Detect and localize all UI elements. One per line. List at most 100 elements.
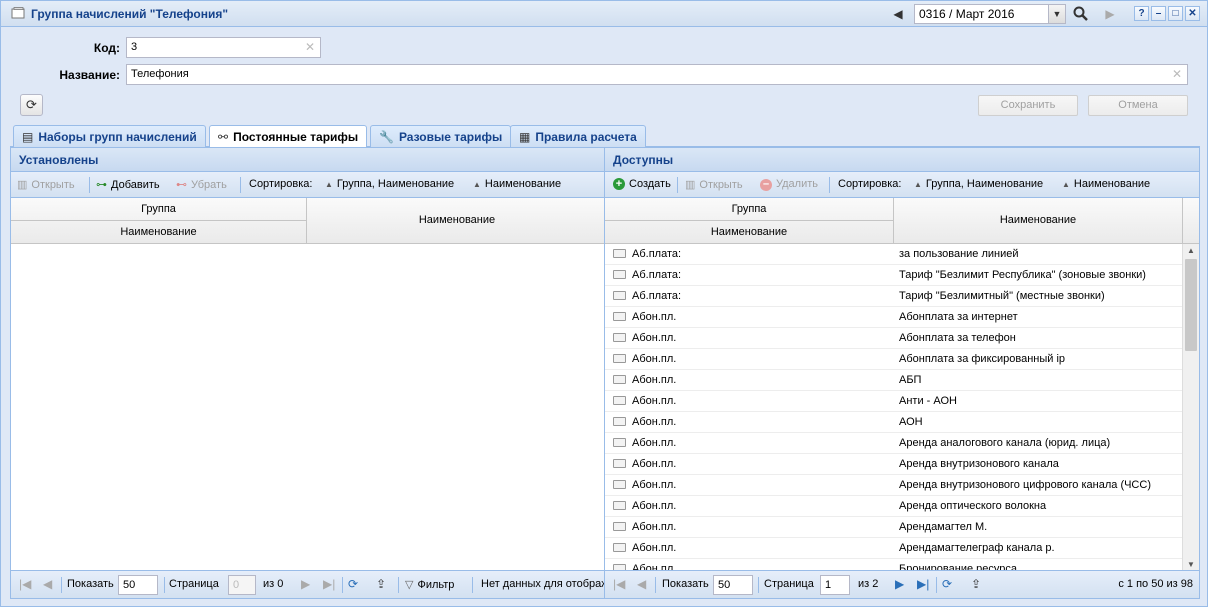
add-button[interactable]: ⊶ Добавить: [96, 178, 160, 191]
tab-calculation-rules[interactable]: ▦ Правила расчета: [510, 125, 646, 147]
list-icon: ▤: [22, 130, 34, 144]
sort-name-button[interactable]: ▲ Наименование: [1062, 178, 1150, 190]
delete-button[interactable]: – Удалить: [760, 178, 818, 191]
prev-page-icon[interactable]: ◀: [637, 577, 646, 591]
installed-title: Установлены: [11, 148, 605, 172]
table-row[interactable]: Абон.пл. Арендамагтелеграф канала р.: [605, 538, 1183, 559]
table-row[interactable]: Аб.плата: Тариф "Безлимит Республика" (зо…: [605, 265, 1183, 286]
column-name[interactable]: Наименование: [307, 198, 605, 243]
table-row[interactable]: Аб.плата: Тариф "Безлимитный" (местные зв…: [605, 286, 1183, 307]
page-input[interactable]: 1: [820, 575, 850, 595]
scroll-up-icon[interactable]: ▲: [1187, 246, 1195, 255]
next-page-icon[interactable]: ▶: [301, 577, 310, 591]
group-text: Абон.пл.: [632, 521, 677, 533]
last-page-icon[interactable]: ▶|: [917, 577, 929, 591]
cancel-button[interactable]: Отмена: [1088, 95, 1188, 116]
refresh-icon[interactable]: ⟳: [942, 577, 952, 591]
refresh-icon[interactable]: ⟳: [348, 577, 358, 591]
save-button[interactable]: Сохранить: [978, 95, 1078, 116]
separator: [829, 177, 830, 193]
filter-label: Фильтр: [417, 579, 455, 591]
next-period-icon[interactable]: ▶: [1100, 4, 1120, 23]
table-row[interactable]: Абон.пл. Арендамагтел М.: [605, 517, 1183, 538]
table-row[interactable]: Абон.пл. АБП: [605, 370, 1183, 391]
prev-page-icon[interactable]: ◀: [43, 577, 52, 591]
table-row[interactable]: Аб.плата: за пользование линией: [605, 244, 1183, 265]
prev-period-icon[interactable]: ◀: [888, 4, 908, 23]
name-label: Название:: [59, 68, 120, 82]
refresh-button[interactable]: ⟳: [20, 94, 43, 116]
column-name[interactable]: Наименование: [894, 198, 1183, 243]
show-label: Показать: [662, 578, 709, 590]
export-icon[interactable]: ⇪: [376, 577, 386, 591]
column-sub-name[interactable]: Наименование: [11, 221, 307, 243]
table-row[interactable]: Абон.пл. Аренда аналогового канала (юрид.…: [605, 433, 1183, 454]
first-page-icon[interactable]: |◀: [613, 577, 625, 591]
tab-one-time-tariffs[interactable]: 🔧 Разовые тарифы: [370, 125, 512, 147]
open-button[interactable]: ▥ Открыть: [685, 178, 743, 191]
sort-label: Наименование: [1073, 178, 1151, 190]
sort-group-name-button[interactable]: ▲ Группа, Наименование: [914, 178, 1043, 190]
column-group[interactable]: Группа: [605, 198, 894, 221]
available-panel: Доступны + Создать ▥ Открыть – Удалить Сорт…: [604, 147, 1200, 599]
next-page-icon[interactable]: ▶: [895, 577, 904, 591]
tab-charge-group-sets[interactable]: ▤ Наборы групп начислений: [13, 125, 206, 147]
table-row[interactable]: Абон.пл. Абонплата за фиксированный ip: [605, 349, 1183, 370]
chevron-down-icon[interactable]: ▼: [1048, 5, 1065, 23]
scroll-down-icon[interactable]: ▼: [1187, 560, 1195, 569]
table-row[interactable]: Абон.пл. Абонплата за телефон: [605, 328, 1183, 349]
scroll-thumb[interactable]: [1185, 259, 1197, 351]
create-button[interactable]: + Создать: [613, 178, 671, 190]
column-group[interactable]: Группа: [11, 198, 307, 221]
table-row[interactable]: Абон.пл. Аренда внутризонового канала: [605, 454, 1183, 475]
wrench-icon: 🔧: [379, 130, 394, 144]
tab-permanent-tariffs[interactable]: ⚯ Постоянные тарифы: [209, 125, 368, 148]
code-field[interactable]: 3 ✕: [126, 37, 321, 58]
table-row[interactable]: Абон.пл. Аренда внутризонового цифрового …: [605, 475, 1183, 496]
name-cell: Аренда внутризонового цифрового канала (…: [899, 479, 1151, 491]
folder-icon: [613, 396, 626, 405]
group-text: Абон.пл.: [632, 395, 677, 407]
sort-asc-icon: ▲: [325, 180, 333, 189]
sort-group-name-button[interactable]: ▲ Группа, Наименование: [325, 178, 454, 190]
group-text: Аб.плата:: [632, 290, 682, 302]
separator: [936, 577, 937, 593]
search-icon[interactable]: [1071, 4, 1091, 23]
open-button[interactable]: ▥ Открыть: [17, 178, 75, 191]
table-row[interactable]: Абон.пл. Аренда оптического волокна: [605, 496, 1183, 517]
minimize-icon[interactable]: –: [1151, 6, 1166, 21]
link-icon: ⚯: [218, 130, 229, 144]
period-select[interactable]: 0316 / Март 2016 ▼: [914, 4, 1066, 24]
table-row[interactable]: Абон.пл. Анти - АОН: [605, 391, 1183, 412]
page-size-input[interactable]: 50: [713, 575, 753, 595]
help-icon[interactable]: ?: [1134, 6, 1149, 21]
folder-icon: [613, 375, 626, 384]
last-page-icon[interactable]: ▶|: [323, 577, 335, 591]
clear-icon[interactable]: ✕: [1172, 67, 1182, 81]
page-size-input[interactable]: 50: [118, 575, 158, 595]
filter-button[interactable]: ▽ Фильтр: [405, 578, 454, 591]
close-icon[interactable]: ✕: [1185, 6, 1200, 21]
vertical-scrollbar[interactable]: ▲ ▼: [1182, 244, 1199, 571]
column-sub-name[interactable]: Наименование: [605, 221, 894, 243]
first-page-icon[interactable]: |◀: [19, 577, 31, 591]
name-cell: Арендамагтелеграф канала р.: [899, 542, 1055, 554]
table-row[interactable]: Абон.пл. Абонплата за интернет: [605, 307, 1183, 328]
sort-label: Наименование: [484, 178, 562, 190]
sort-label: Сортировка:: [249, 178, 313, 190]
export-icon[interactable]: ⇪: [971, 577, 981, 591]
sort-name-button[interactable]: ▲ Наименование: [473, 178, 561, 190]
folder-icon: [613, 543, 626, 552]
name-field[interactable]: Телефония ✕: [126, 64, 1188, 85]
page-input[interactable]: 0: [228, 575, 256, 595]
name-cell: Абонплата за интернет: [899, 311, 1018, 323]
clear-icon[interactable]: ✕: [305, 40, 315, 54]
remove-button[interactable]: ⊷ Убрать: [176, 178, 227, 191]
filter-icon: ▽: [405, 579, 414, 591]
group-cell: Абон.пл.: [613, 521, 676, 533]
page-count: из 0: [263, 578, 284, 590]
group-cell: Аб.плата:: [613, 290, 681, 302]
table-row[interactable]: Абон.пл. АОН: [605, 412, 1183, 433]
maximize-icon[interactable]: □: [1168, 6, 1183, 21]
folder-icon: [613, 501, 626, 510]
